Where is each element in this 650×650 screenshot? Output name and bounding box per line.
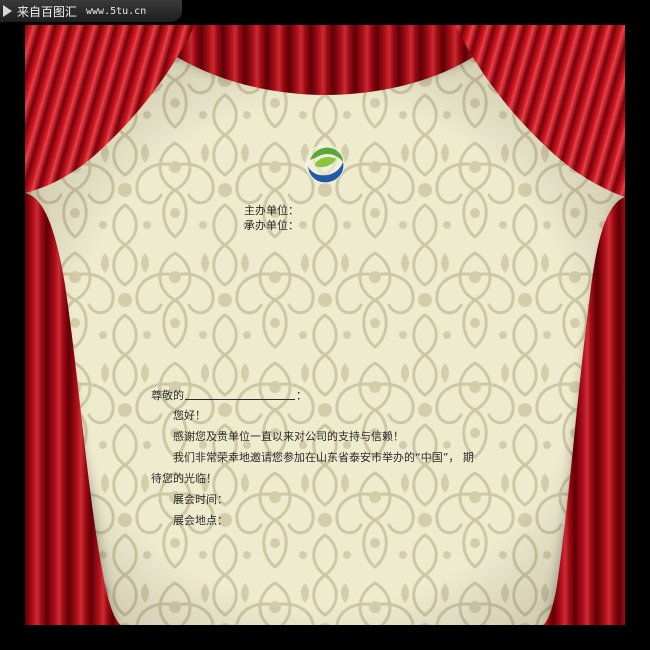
damask-pattern-background [25, 25, 625, 625]
invitation-card: 主办单位： 承办单位： 尊敬的 ： 您好！ 感谢您及贵单位一直以来对公司的支持与信… [25, 25, 625, 625]
greeting-line: 您好！ [173, 409, 206, 422]
watermark-url: www.5tu.cn [86, 5, 147, 17]
exhibition-time-label: 展会时间： [173, 493, 228, 506]
salutation-line: 尊敬的 ： [151, 387, 307, 403]
watermark-site-name: 来自百图汇 [17, 4, 78, 19]
organizer-label: 主办单位： [244, 204, 299, 217]
organizer-block: 主办单位： 承办单位： [244, 203, 299, 233]
salutation-suffix: ： [296, 389, 307, 402]
exhibition-venue-label: 展会地点： [173, 514, 228, 527]
salutation-prefix: 尊敬的 [151, 389, 184, 402]
thanks-line: 感谢您及贵单位一直以来对公司的支持与信赖！ [173, 430, 404, 443]
invite-line-2: 待您的光临！ [151, 472, 217, 485]
blue-green-swirl-logo-icon [305, 144, 345, 184]
watermark-banner: 来自百图汇 www.5tu.cn [0, 0, 182, 22]
invite-line-1: 我们非常荣幸地邀请您参加在山东省泰安市举办的“中国”， 期 [173, 451, 474, 464]
recipient-name-blank [185, 399, 295, 400]
play-arrow-icon [3, 5, 12, 17]
co-organizer-label: 承办单位： [244, 219, 299, 232]
